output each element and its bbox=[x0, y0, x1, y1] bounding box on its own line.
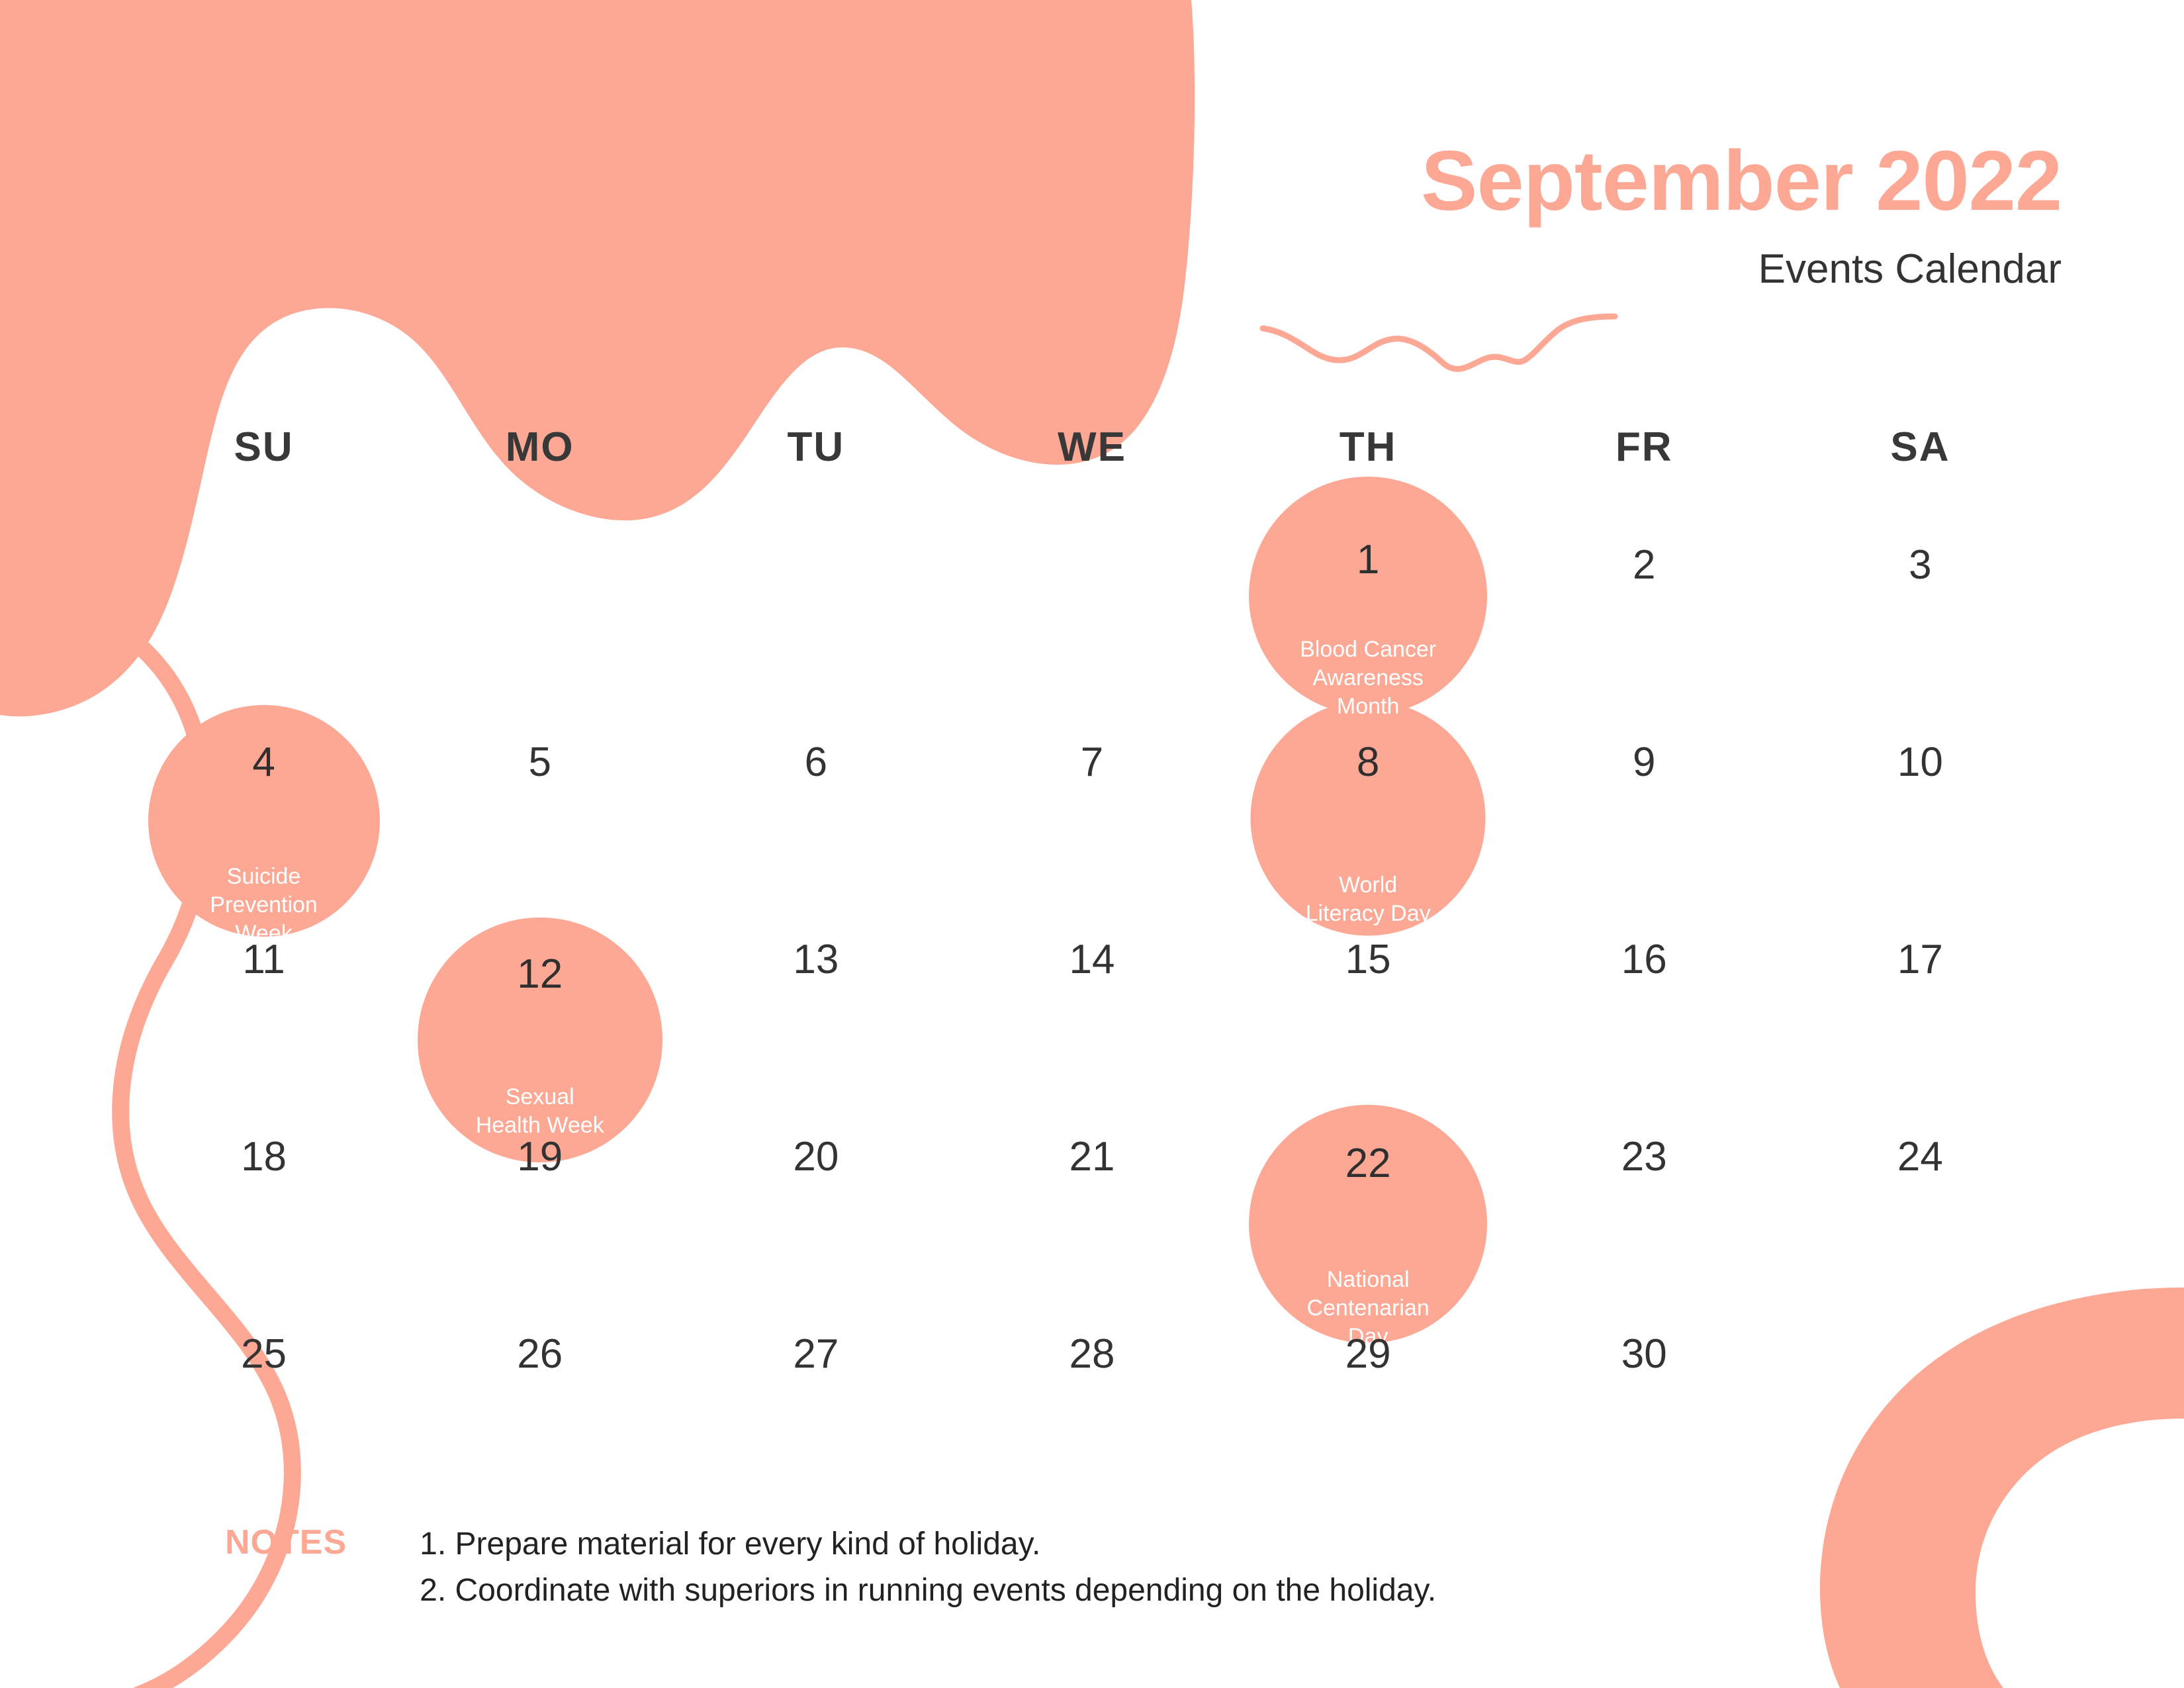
calendar-cell-day-2[interactable]: 2 bbox=[1506, 523, 1782, 720]
day-number: 16 bbox=[1621, 937, 1667, 982]
calendar-cell-day-28[interactable]: 28 bbox=[954, 1312, 1230, 1509]
weekday-label-tu: TU bbox=[787, 424, 845, 470]
calendar-grid: 1 Blood Cancer Awareness Month 2 3 4 Suicide … bbox=[126, 477, 2058, 1509]
calendar-cell-day-12[interactable]: 12 Sexual Health Week bbox=[402, 917, 678, 1162]
notes-list: 1. Prepare material for every kind of ho… bbox=[420, 1521, 1436, 1613]
calendar-cell-day-22[interactable]: 22 National Centenarian Day bbox=[1230, 1105, 1506, 1349]
day-number: 5 bbox=[528, 739, 551, 785]
day-number: 22 bbox=[1345, 1141, 1391, 1186]
notes-item: 1. Prepare material for every kind of ho… bbox=[420, 1526, 1041, 1562]
day-number: 11 bbox=[242, 937, 285, 982]
calendar-cell-day-11[interactable]: 11 bbox=[126, 917, 402, 1115]
day-number: 30 bbox=[1621, 1331, 1667, 1377]
notes-label: NOTES bbox=[225, 1523, 347, 1562]
calendar-cell-day-3[interactable]: 3 bbox=[1782, 523, 2058, 720]
calendar-cell-day-13[interactable]: 13 bbox=[678, 917, 954, 1115]
calendar-page: September 2022 Events Calendar SU MO TU … bbox=[0, 0, 2184, 1688]
calendar-cell-day-19[interactable]: 19 bbox=[402, 1115, 678, 1312]
calendar-cell-day-15[interactable]: 15 bbox=[1230, 917, 1506, 1115]
calendar-cell-day-25[interactable]: 25 bbox=[126, 1312, 402, 1509]
calendar-cell-day-21[interactable]: 21 bbox=[954, 1115, 1230, 1312]
day-number: 27 bbox=[793, 1331, 839, 1377]
calendar-cell-day-24[interactable]: 24 bbox=[1782, 1115, 2058, 1312]
day-number: 19 bbox=[517, 1134, 563, 1180]
day-number: 23 bbox=[1621, 1134, 1667, 1180]
calendar-header: September 2022 Events Calendar bbox=[1003, 139, 2062, 290]
calendar-cell-day-16[interactable]: 16 bbox=[1506, 917, 1782, 1115]
calendar-cell-day-1[interactable]: 1 Blood Cancer Awareness Month bbox=[1230, 477, 1506, 720]
event-label: Blood Cancer Awareness Month bbox=[1300, 637, 1437, 720]
calendar-cell-day-30[interactable]: 30 bbox=[1506, 1312, 1782, 1509]
event-label: World Literacy Day bbox=[1305, 872, 1431, 927]
weekday-label-sa: SA bbox=[1890, 424, 1950, 470]
title-squiggle-shape bbox=[1259, 313, 1618, 372]
event-label: Sexual Health Week bbox=[475, 1084, 604, 1139]
calendar-cell-day-9[interactable]: 9 bbox=[1506, 720, 1782, 917]
weekday-label-th: TH bbox=[1339, 424, 1397, 470]
day-number: 1 bbox=[1356, 537, 1380, 583]
day-number: 25 bbox=[241, 1331, 287, 1377]
page-title: September 2022 bbox=[1421, 134, 2062, 228]
calendar-cell-day-10[interactable]: 10 bbox=[1782, 720, 2058, 917]
day-number: 2 bbox=[1633, 542, 1656, 588]
day-number: 29 bbox=[1345, 1331, 1391, 1377]
day-number: 10 bbox=[1897, 739, 1943, 785]
weekday-label-fr: FR bbox=[1615, 424, 1673, 470]
day-number: 4 bbox=[252, 739, 275, 785]
day-number: 15 bbox=[1345, 937, 1391, 982]
calendar-cell-empty bbox=[678, 523, 954, 720]
calendar-cell-empty bbox=[126, 523, 402, 720]
day-number: 3 bbox=[1909, 542, 1932, 588]
calendar-cell-day-6[interactable]: 6 bbox=[678, 720, 954, 917]
day-number: 14 bbox=[1069, 937, 1115, 982]
day-number: 8 bbox=[1356, 739, 1380, 785]
day-number: 13 bbox=[793, 937, 839, 982]
calendar-cell-day-29[interactable]: 29 bbox=[1230, 1312, 1506, 1509]
calendar-cell-day-5[interactable]: 5 bbox=[402, 720, 678, 917]
weekday-label-su: SU bbox=[234, 424, 294, 470]
calendar-cell-day-7[interactable]: 7 bbox=[954, 720, 1230, 917]
day-number: 21 bbox=[1069, 1134, 1115, 1180]
day-number: 12 bbox=[517, 951, 563, 997]
calendar-cell-day-14[interactable]: 14 bbox=[954, 917, 1230, 1115]
day-number: 26 bbox=[517, 1331, 563, 1377]
calendar-cell-day-20[interactable]: 20 bbox=[678, 1115, 954, 1312]
day-number: 20 bbox=[793, 1134, 839, 1180]
calendar-cell-day-18[interactable]: 18 bbox=[126, 1115, 402, 1312]
weekday-header-row: SU MO TU WE TH FR SA bbox=[126, 424, 2058, 471]
calendar-cell-empty bbox=[402, 523, 678, 720]
calendar-cell-empty bbox=[954, 523, 1230, 720]
day-number: 28 bbox=[1069, 1331, 1115, 1377]
calendar-cell-day-27[interactable]: 27 bbox=[678, 1312, 954, 1509]
weekday-label-we: WE bbox=[1058, 424, 1126, 470]
day-number: 9 bbox=[1633, 739, 1656, 785]
calendar-cell-day-8[interactable]: 8 World Literacy Day bbox=[1230, 700, 1506, 936]
calendar-cell-day-17[interactable]: 17 bbox=[1782, 917, 2058, 1115]
day-number: 17 bbox=[1897, 937, 1943, 982]
day-number: 18 bbox=[241, 1134, 287, 1180]
notes-section: NOTES 1. Prepare material for every kind… bbox=[225, 1521, 1436, 1613]
day-number: 24 bbox=[1897, 1134, 1943, 1180]
calendar-cell-day-23[interactable]: 23 bbox=[1506, 1115, 1782, 1312]
calendar-cell-day-4[interactable]: 4 Suicide Prevention Week bbox=[126, 705, 402, 946]
notes-item: 2. Coordinate with superiors in running … bbox=[420, 1572, 1437, 1608]
day-number: 6 bbox=[804, 739, 828, 785]
page-subtitle: Events Calendar bbox=[1758, 246, 2062, 292]
calendar-cell-day-26[interactable]: 26 bbox=[402, 1312, 678, 1509]
day-number: 7 bbox=[1080, 739, 1104, 785]
weekday-label-mo: MO bbox=[505, 424, 574, 470]
